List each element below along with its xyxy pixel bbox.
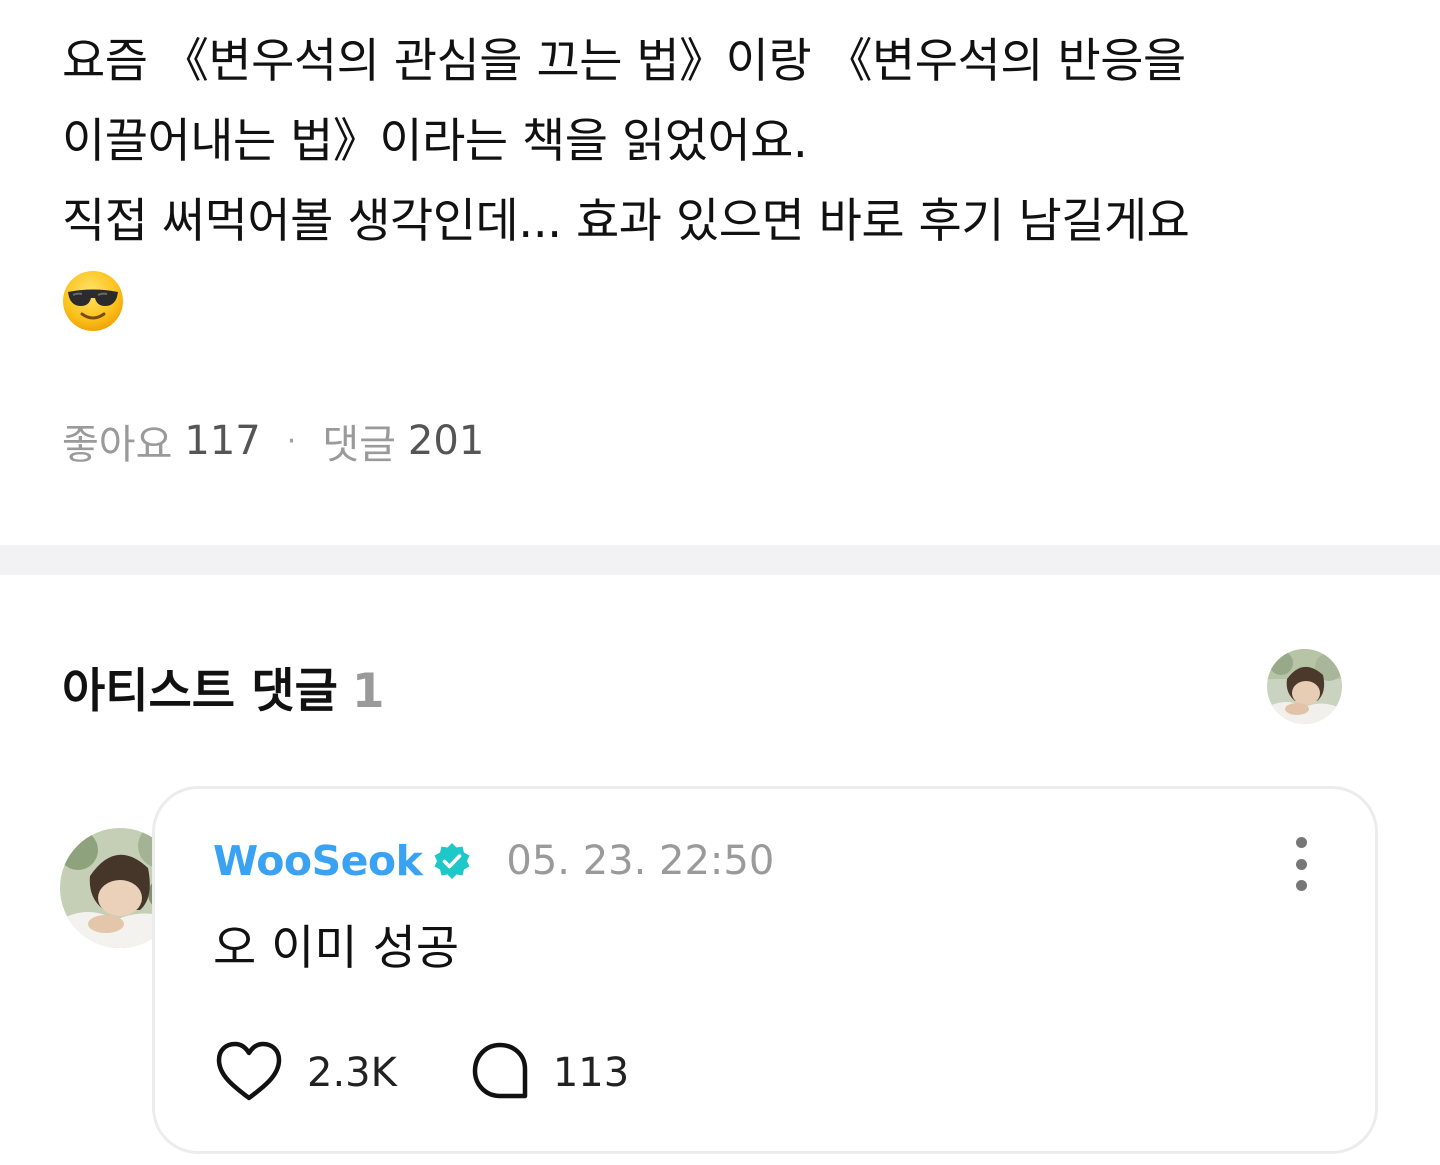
like-button[interactable]: 2.3K [213, 1039, 397, 1107]
comment-actions: 2.3K 113 [213, 1039, 629, 1107]
comments-count[interactable]: 201 [408, 418, 484, 464]
heart-icon [213, 1039, 285, 1107]
comment-text: 오 이미 성공 [213, 921, 460, 976]
post-body: 요즘 《변우석의 관심을 끄는 법》이랑 《변우석의 반응을 이끌어내는 법》이… [62, 22, 1392, 357]
post-body-line: 이끌어내는 법》이라는 책을 읽었어요. [62, 114, 808, 169]
reply-button[interactable]: 113 [469, 1040, 629, 1106]
stats-separator: · [286, 423, 297, 459]
artist-comments-title: 아티스트 댓글 [62, 664, 338, 719]
post-stats: 좋아요 117 · 댓글 201 [62, 412, 484, 470]
comment-author-name[interactable]: WooSeok [213, 837, 423, 885]
artist-comments-count: 1 [351, 664, 385, 719]
more-vertical-icon[interactable] [1289, 837, 1313, 891]
post-body-line: 직접 써먹어볼 생각인데... 효과 있으면 바로 후기 남길게요 [62, 194, 1190, 249]
post: 요즘 《변우석의 관심을 끄는 법》이랑 《변우석의 반응을 이끌어내는 법》이… [0, 0, 1440, 545]
like-count: 2.3K [307, 1050, 397, 1096]
comment-bubble-icon [469, 1040, 531, 1106]
verified-badge-icon [432, 841, 472, 881]
sunglasses-emoji [62, 270, 124, 332]
likes-count[interactable]: 117 [184, 418, 260, 464]
post-body-line: 요즘 《변우석의 관심을 끄는 법》이랑 《변우석의 반응을 [62, 34, 1186, 89]
artist-comments-header: 아티스트 댓글 1 [62, 652, 385, 721]
section-divider [0, 545, 1440, 575]
reply-count: 113 [552, 1050, 630, 1096]
artist-comment-card: WooSeok 05. 23. 22:50 오 이미 성공 2.3K 113 [152, 786, 1378, 1154]
comment-author-row: WooSeok 05. 23. 22:50 [213, 837, 774, 885]
likes-label[interactable]: 좋아요 [62, 412, 172, 470]
comment-timestamp: 05. 23. 22:50 [506, 838, 775, 884]
artist-avatar[interactable] [1267, 649, 1342, 724]
comments-label[interactable]: 댓글 [322, 412, 396, 470]
